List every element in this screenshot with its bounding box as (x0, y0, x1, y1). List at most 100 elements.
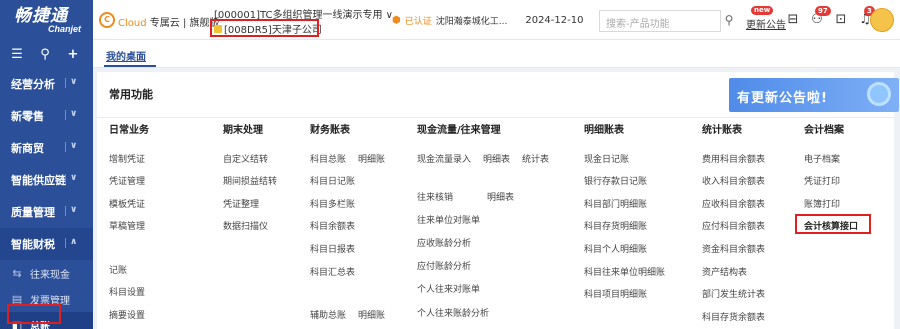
certification-info: ⬢ 已认证 沈阳瀚泰城化工... 2024-12-10 (392, 14, 583, 27)
sidebar-sub-cash[interactable]: ⇆ 往来现金 (0, 260, 93, 286)
link-account-journal[interactable]: 科目日记账 (310, 174, 355, 187)
link-custom-carryover[interactable]: 自定义结转 (223, 152, 268, 165)
column-cash-flow: 现金流量/往来管理 (417, 121, 501, 141)
link-data-scanner[interactable]: 数据扫描仪 (223, 219, 268, 232)
link-add-voucher[interactable]: 增制凭证 (109, 152, 145, 165)
sidebar-item-new-trade[interactable]: 新商贸 ∨ (0, 132, 93, 164)
link-ar-ap-writeoff[interactable]: 往来核销 明细表 (417, 190, 514, 203)
sidebar-item-business-analysis[interactable]: 经营分析 ∨ (0, 68, 93, 100)
chevron-down-icon: ∨ (64, 141, 78, 152)
link-project-detail[interactable]: 科目项目明细账 (584, 287, 647, 300)
column-daily: 日常业务 (109, 121, 149, 141)
cloud-logo-icon: C (99, 12, 115, 28)
banner-text: 有更新公告啦! (737, 91, 828, 106)
sidebar-item-new-retail[interactable]: 新零售 ∨ (0, 100, 93, 132)
link-cash-flow-entry-label[interactable]: 现金流量录入 (417, 155, 471, 165)
link-summary-settings[interactable]: 摘要设置 (109, 308, 145, 321)
shield-icon: ⬢ (392, 15, 401, 26)
menu-icon[interactable]: ☰ (10, 47, 24, 62)
link-ap-aging[interactable]: 应付账龄分析 (417, 259, 471, 272)
sidebar-item-label: 智能供应链 (11, 174, 66, 187)
tab-bar: 我的桌面 (93, 40, 900, 68)
link-personal-detail[interactable]: 科目个人明细账 (584, 242, 647, 255)
link-writeoff-label[interactable]: 往来核销 (417, 193, 453, 203)
add-icon[interactable]: + (66, 47, 80, 62)
column-financial-reports: 财务账表 (310, 121, 350, 141)
link-voucher-management[interactable]: 凭证管理 (109, 174, 145, 187)
link-asset-structure[interactable]: 资产结构表 (702, 265, 747, 278)
link-detail-ledger[interactable]: 明细账 (358, 155, 385, 165)
tab-my-desktop[interactable]: 我的桌面 (106, 48, 146, 63)
search-icon[interactable]: ⚲ (38, 47, 52, 62)
update-notice-link[interactable]: 更新公告 (746, 16, 786, 31)
chevron-down-icon: ∨ (64, 173, 78, 184)
sidebar-item-quality[interactable]: 质量管理 ∨ (0, 196, 93, 228)
link-general-ledger[interactable]: 科目总账 明细账 (310, 152, 385, 165)
link-receivable-balance[interactable]: 应收科目余额表 (702, 197, 765, 210)
link-writeoff-detail[interactable]: 明细表 (487, 193, 514, 203)
link-aux-ledger[interactable]: 辅助总账 明细账 (310, 308, 385, 321)
divider (97, 117, 894, 118)
link-personal-statement[interactable]: 个人往来对账单 (417, 282, 480, 295)
column-header: 统计账表 (702, 125, 742, 136)
link-fund-balance[interactable]: 资金科目余额表 (702, 242, 765, 255)
highlight-box-ledger (7, 304, 61, 324)
column-period-end: 期末处理 (223, 121, 263, 141)
link-account-balance[interactable]: 科目余额表 (310, 219, 355, 232)
link-voucher-print[interactable]: 凭证打印 (804, 174, 840, 187)
link-cash-journal[interactable]: 现金日记账 (584, 152, 629, 165)
link-income-balance[interactable]: 收入科目余额表 (702, 174, 765, 187)
sidebar-item-smart-finance[interactable]: 智能财税 ∧ (0, 228, 93, 260)
highlight-box-accounting-interface (795, 214, 871, 234)
company-name: 沈阳瀚泰城化工... (435, 17, 508, 27)
link-account-summary[interactable]: 科目汇总表 (310, 265, 355, 278)
link-account-settings[interactable]: 科目设置 (109, 285, 145, 298)
calendar-icon[interactable]: ⊟ (785, 12, 801, 28)
column-header: 明细账表 (584, 125, 624, 136)
link-cash-flow-detail[interactable]: 明细表 (483, 155, 510, 165)
link-general-ledger-label[interactable]: 科目总账 (310, 155, 346, 165)
link-cash-flow-stats[interactable]: 统计表 (522, 155, 549, 165)
chanjet-logo[interactable]: 畅捷通 Chanjet (0, 0, 93, 40)
main-area: 常用功能 有更新公告啦! 日常业务 期末处理 财务账表 现金流量/往来管理 明细… (93, 68, 900, 329)
link-e-archive[interactable]: 电子档案 (804, 152, 840, 165)
link-book-print[interactable]: 账簿打印 (804, 197, 840, 210)
link-unit-statement[interactable]: 往来单位对账单 (417, 213, 480, 226)
chat-icon[interactable]: ⊡ (833, 12, 849, 28)
common-functions-card: 常用功能 有更新公告啦! 日常业务 期末处理 财务账表 现金流量/往来管理 明细… (97, 72, 899, 329)
link-template-voucher[interactable]: 模板凭证 (109, 197, 145, 210)
sidebar-item-label: 质量管理 (11, 206, 55, 219)
link-draft-management[interactable]: 草稿管理 (109, 219, 145, 232)
column-header: 财务账表 (310, 125, 350, 136)
link-account-daily-report[interactable]: 科目日报表 (310, 242, 355, 255)
link-inventory-balance[interactable]: 科目存货余额表 (702, 310, 765, 323)
link-cash-flow-entry[interactable]: 现金流量录入 明细表 统计表 (417, 152, 549, 165)
link-multi-column-ledger[interactable]: 科目多栏账 (310, 197, 355, 210)
link-aux-ledger-label[interactable]: 辅助总账 (310, 311, 346, 321)
search-icon[interactable]: ⚲ (721, 10, 737, 30)
column-detail-ledger: 明细账表 (584, 121, 624, 141)
link-bank-journal[interactable]: 银行存款日记账 (584, 174, 647, 187)
link-posting[interactable]: 记账 (109, 263, 127, 276)
link-ar-aging[interactable]: 应收账龄分析 (417, 236, 471, 249)
avatar[interactable] (870, 8, 894, 32)
search-input[interactable]: 搜索-产品功能 (599, 10, 721, 32)
logo-main-text: 畅捷通 (14, 6, 68, 26)
link-voucher-tidy[interactable]: 凭证整理 (223, 197, 259, 210)
update-banner[interactable]: 有更新公告啦! (729, 78, 899, 112)
tab-active-indicator (104, 65, 156, 67)
product-edition: Cloud 专属云 | 旗舰版 (118, 14, 220, 29)
link-expense-balance[interactable]: 费用科目余额表 (702, 152, 765, 165)
link-pl-carryover[interactable]: 期间损益结转 (223, 174, 277, 187)
link-unit-detail[interactable]: 科目往来单位明细账 (584, 265, 665, 278)
link-personal-aging[interactable]: 个人往来账龄分析 (417, 306, 489, 319)
link-aux-detail[interactable]: 明细账 (358, 311, 385, 321)
link-dept-detail[interactable]: 科目部门明细账 (584, 197, 647, 210)
link-dept-statistics[interactable]: 部门发生统计表 (702, 287, 765, 300)
column-header: 期末处理 (223, 125, 263, 136)
sidebar-item-supply-chain[interactable]: 智能供应链 ∨ (0, 164, 93, 196)
link-payable-balance[interactable]: 应付科目余额表 (702, 219, 765, 232)
chevron-down-icon: ∨ (64, 77, 78, 88)
chevron-down-icon: ∨ (64, 109, 78, 120)
link-inventory-detail[interactable]: 科目存货明细账 (584, 219, 647, 232)
